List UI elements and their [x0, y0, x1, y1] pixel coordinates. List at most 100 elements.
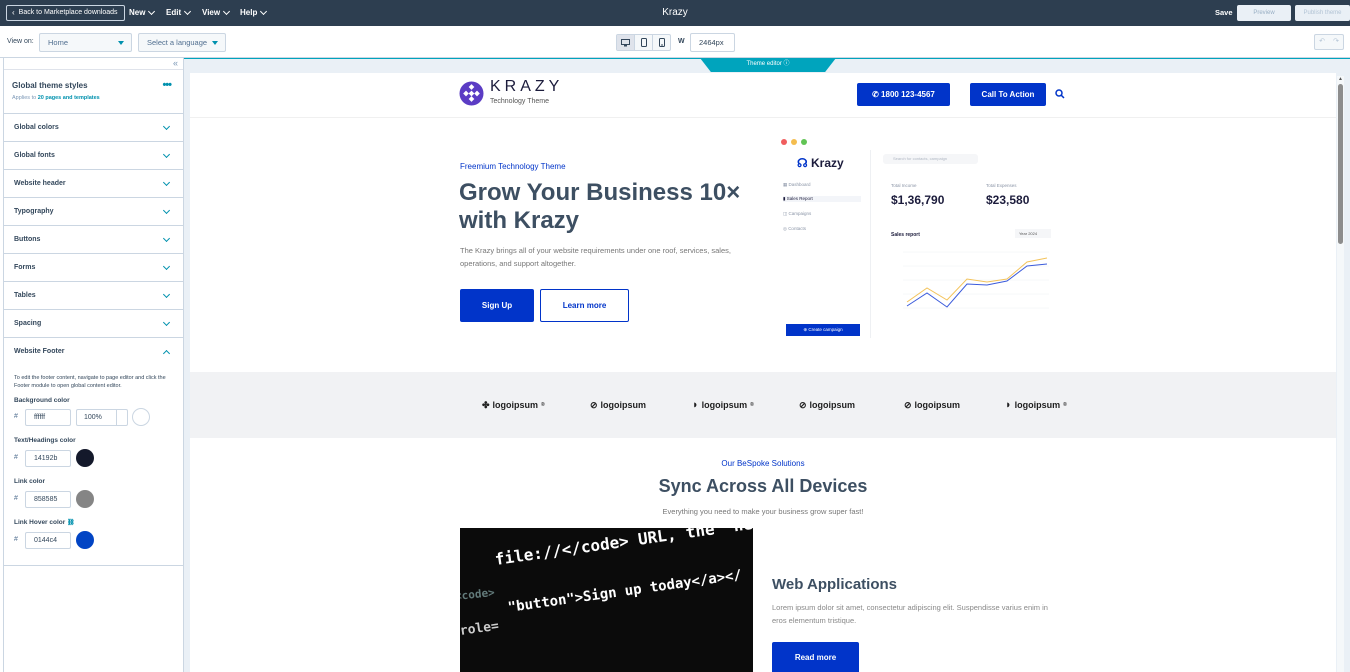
- sidebar-collapse-bar: «: [4, 58, 183, 70]
- window-dot-green: [801, 139, 807, 145]
- accordion-tables[interactable]: Tables: [4, 282, 183, 310]
- call-to-action-button[interactable]: Call To Action: [970, 83, 1046, 106]
- window-dot-yellow: [791, 139, 797, 145]
- text-color-swatch[interactable]: [76, 449, 94, 467]
- slashed-circle-logo-icon: ⊘: [799, 399, 807, 410]
- mobile-view-button[interactable]: [653, 35, 670, 50]
- background-hex-input[interactable]: ffffff: [25, 409, 71, 426]
- code-line: <code>: [460, 585, 496, 604]
- accordion-website-header[interactable]: Website header: [4, 170, 183, 198]
- menu-help[interactable]: Help: [240, 0, 268, 26]
- link-color-label: Link color: [14, 478, 46, 485]
- link-color-swatch[interactable]: [76, 490, 94, 508]
- chevron-down-icon: [162, 262, 171, 271]
- learn-more-button[interactable]: Learn more: [540, 289, 629, 322]
- chevron-down-icon: [162, 290, 171, 299]
- accordion-global-colors[interactable]: Global colors: [4, 114, 183, 142]
- dash-nav-dashboard: ▦ Dashboard: [783, 182, 811, 188]
- redo-icon[interactable]: ↷: [1329, 35, 1343, 49]
- opacity-stepper[interactable]: [116, 410, 127, 425]
- d-shape-logo-icon: ◗: [692, 399, 699, 411]
- undo-redo-group: ↶ ↷: [1314, 34, 1344, 50]
- page-select-value: Home: [48, 38, 69, 47]
- undo-icon[interactable]: ↶: [1315, 35, 1329, 49]
- menu-edit[interactable]: Edit: [166, 0, 192, 26]
- phone-label: 1800 123-4567: [881, 90, 935, 99]
- page-select[interactable]: Home: [39, 33, 132, 52]
- sign-up-button[interactable]: Sign Up: [460, 289, 534, 322]
- scroll-up-arrow-icon[interactable]: ▲: [1338, 76, 1343, 82]
- background-opacity-input[interactable]: 100%: [76, 409, 128, 426]
- client-logo: ⊘ logoipsum: [590, 397, 646, 413]
- desktop-view-button[interactable]: [617, 35, 635, 50]
- caret-down-icon: [118, 41, 124, 45]
- sales-line-chart: [903, 251, 1049, 309]
- text-hex-input[interactable]: 14192b: [25, 450, 71, 467]
- stat-expenses-label: Total Expenses: [986, 183, 1017, 188]
- link-hex-input[interactable]: 858585: [25, 491, 71, 508]
- accordion-label: Global fonts: [14, 152, 55, 159]
- client-logo-text: logoipsum: [914, 400, 961, 410]
- chevron-down-icon: [162, 150, 171, 159]
- accordion-typography[interactable]: Typography: [4, 198, 183, 226]
- accordion-buttons[interactable]: Buttons: [4, 226, 183, 254]
- dashboard-search: Search for contacts, campaign: [883, 154, 978, 164]
- accordion-label: Tables: [14, 292, 36, 299]
- info-icon[interactable]: ⓘ: [784, 61, 790, 67]
- back-to-marketplace-button[interactable]: ‹ Back to Marketplace downloads: [6, 5, 125, 21]
- accordion-spacing[interactable]: Spacing: [4, 310, 183, 338]
- chevron-down-icon: [260, 7, 268, 16]
- width-input[interactable]: 2464px: [690, 33, 735, 52]
- more-options-icon[interactable]: •••: [162, 79, 172, 91]
- hover-label-text: Link Hover color: [14, 519, 66, 526]
- hover-color-swatch[interactable]: [76, 531, 94, 549]
- desktop-icon: [621, 38, 630, 46]
- menu-view[interactable]: View: [202, 0, 231, 26]
- stat-income-label: Total Income: [891, 183, 917, 188]
- site-preview-frame: KRAZY Technology Theme ✆ 1800 123-4567 C…: [190, 73, 1336, 672]
- krazy-logo-icon: [459, 81, 484, 106]
- menu-edit-label: Edit: [166, 8, 182, 17]
- editor-toolbar: View on: Home Select a language W 2464px: [0, 26, 1350, 58]
- canvas-scrollbar[interactable]: ▲: [1337, 76, 1344, 672]
- dash-nav-contacts: ◎ Contacts: [783, 226, 806, 232]
- client-logo-text: logoipsum: [701, 400, 748, 410]
- krazy-head-icon: ☊: [797, 156, 808, 170]
- tablet-view-button[interactable]: [635, 35, 653, 50]
- chevron-left-icon: ‹: [12, 8, 15, 17]
- publish-theme-button[interactable]: Publish theme: [1295, 5, 1350, 21]
- preview-button[interactable]: Preview: [1237, 5, 1291, 21]
- client-logo: ◗ logoipsum ®: [692, 399, 754, 411]
- hero-title: Grow Your Business 10× with Krazy: [459, 179, 741, 234]
- chevron-down-icon: [184, 7, 192, 16]
- search-icon[interactable]: [1055, 89, 1065, 99]
- d-shape-logo-icon: ◗: [1005, 399, 1012, 411]
- window-dot-red: [781, 139, 787, 145]
- create-campaign-button: ⊕ Create campaign: [786, 324, 860, 336]
- background-color-swatch[interactable]: [132, 408, 150, 426]
- website-footer-panel: To edit the footer content, navigate to …: [4, 366, 183, 566]
- language-select-value: Select a language: [147, 38, 208, 47]
- applies-link[interactable]: 20 pages and templates: [38, 95, 100, 101]
- hero-eyebrow: Freemium Technology Theme: [460, 162, 566, 171]
- header-divider: [190, 117, 1336, 118]
- read-more-button[interactable]: Read more: [772, 642, 859, 672]
- scrollbar-thumb[interactable]: [1338, 84, 1343, 244]
- phone-button[interactable]: ✆ 1800 123-4567: [857, 83, 950, 106]
- dash-nav-label: Contacts: [788, 226, 806, 231]
- accordion-global-fonts[interactable]: Global fonts: [4, 142, 183, 170]
- language-select[interactable]: Select a language: [138, 33, 226, 52]
- save-button[interactable]: Save: [1215, 0, 1233, 26]
- accordion-website-footer[interactable]: Website Footer: [4, 338, 183, 366]
- client-logo: ⊘ logoipsum: [799, 397, 855, 413]
- accordion-forms[interactable]: Forms: [4, 254, 183, 282]
- device-switcher: [616, 34, 671, 51]
- applies-prefix: Applies to: [12, 95, 38, 101]
- link-icon[interactable]: ⛓: [67, 520, 75, 526]
- mobile-icon: [658, 38, 665, 47]
- collapse-left-icon[interactable]: «: [173, 58, 178, 69]
- applies-to-text: Applies to 20 pages and templates: [12, 95, 100, 101]
- dash-nav-campaigns: ◫ Campaigns: [783, 211, 811, 217]
- menu-new[interactable]: New: [129, 0, 156, 26]
- hover-hex-input[interactable]: 0144c4: [25, 532, 71, 549]
